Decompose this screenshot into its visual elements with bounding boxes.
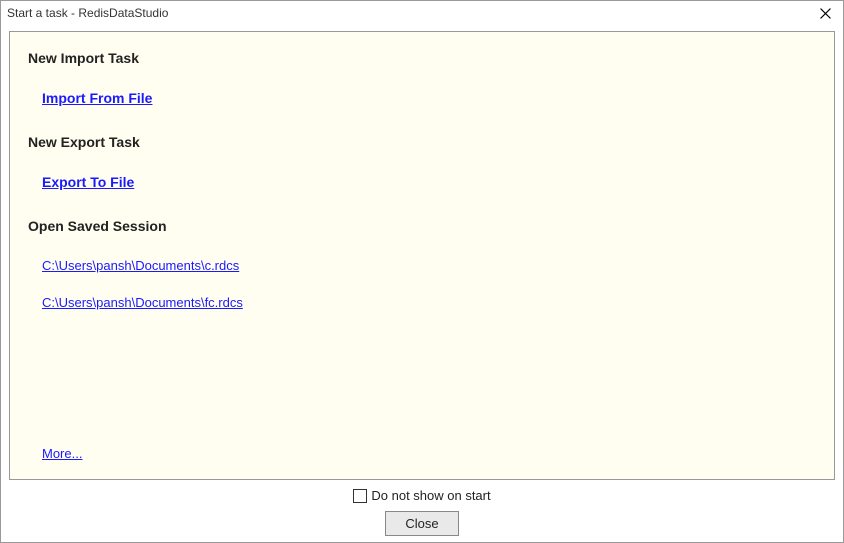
more-link[interactable]: More... <box>42 446 82 461</box>
do-not-show-checkbox[interactable] <box>353 489 367 503</box>
export-to-file-link[interactable]: Export To File <box>42 174 134 190</box>
window-title: Start a task - RedisDataStudio <box>5 6 168 20</box>
content-area: New Import Task Import From File New Exp… <box>1 25 843 488</box>
export-heading: New Export Task <box>28 134 816 150</box>
window-close-button[interactable] <box>811 2 839 24</box>
session-link[interactable]: C:\Users\pansh\Documents\c.rdcs <box>42 258 239 273</box>
do-not-show-label[interactable]: Do not show on start <box>371 488 490 503</box>
dialog-footer: Do not show on start Close <box>1 488 843 536</box>
import-from-file-link[interactable]: Import From File <box>42 90 152 106</box>
import-heading: New Import Task <box>28 50 816 66</box>
close-icon <box>820 8 831 19</box>
task-panel: New Import Task Import From File New Exp… <box>9 31 835 480</box>
sessions-heading: Open Saved Session <box>28 218 816 234</box>
titlebar: Start a task - RedisDataStudio <box>1 1 843 25</box>
close-button[interactable]: Close <box>385 511 459 536</box>
session-link[interactable]: C:\Users\pansh\Documents\fc.rdcs <box>42 295 243 310</box>
